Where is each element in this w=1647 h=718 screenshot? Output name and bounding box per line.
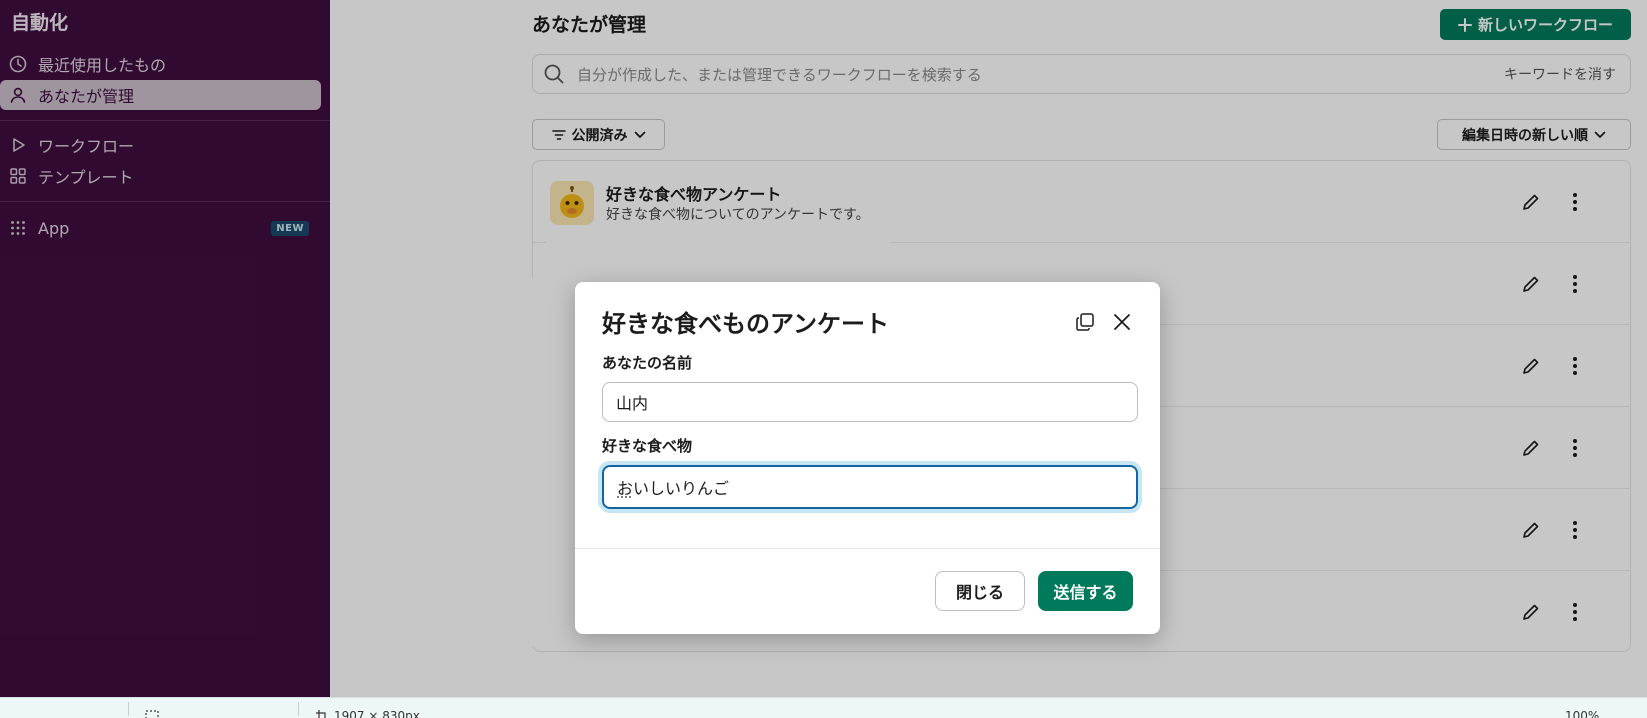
status-separator — [298, 702, 299, 716]
ghost-panel — [546, 239, 891, 284]
image-dimensions: 1907 × 830px — [316, 709, 420, 718]
ghost-panel — [512, 278, 577, 647]
modal-divider — [575, 548, 1160, 549]
ime-composition-text: お — [617, 479, 634, 498]
favorite-food-field[interactable]: おいしいりんご — [602, 465, 1138, 509]
submit-button[interactable]: 送信する — [1038, 571, 1133, 611]
dimensions-text: 1907 × 830px — [334, 709, 420, 718]
survey-modal: 好きな食べものアンケート あなたの名前 山内 好きな食べ物 おいしいりんご 閉じ… — [575, 282, 1160, 634]
favorite-food-value: いしいりんご — [633, 479, 730, 498]
modal-title: 好きな食べものアンケート — [602, 310, 890, 338]
copy-window-icon[interactable] — [1072, 309, 1098, 335]
selection-icon — [145, 710, 159, 718]
name-field-value: 山内 — [616, 394, 649, 413]
close-button[interactable]: 閉じる — [935, 571, 1025, 611]
status-bar: 1907 × 830px 100% — [0, 697, 1647, 718]
close-icon[interactable] — [1109, 309, 1135, 335]
name-field[interactable]: 山内 — [602, 382, 1138, 422]
food-field-label: 好きな食べ物 — [602, 437, 693, 455]
crop-icon — [316, 710, 328, 718]
zoom-level: 100% — [1565, 709, 1600, 718]
name-field-label: あなたの名前 — [602, 354, 693, 372]
status-separator — [128, 702, 129, 716]
